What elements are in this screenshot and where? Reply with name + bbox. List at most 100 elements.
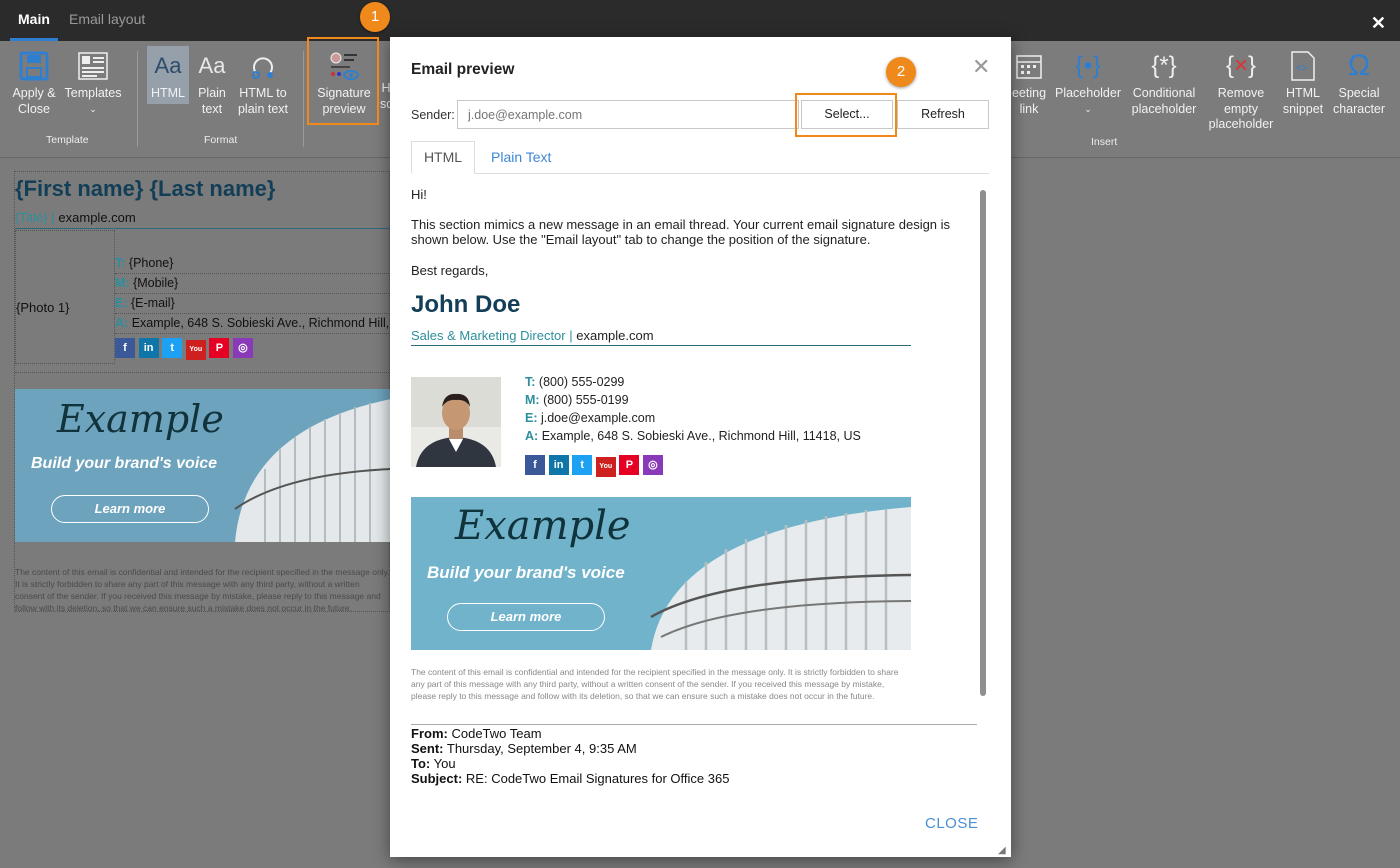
template-social-icons: f in t You P ◎	[115, 338, 257, 360]
remove-empty-placeholder-label: Remove empty placeholder	[1208, 86, 1274, 131]
mobile-value: (800) 555-0199	[543, 393, 629, 407]
html-format-icon: Aa	[154, 53, 182, 79]
greeting-text: Hi!	[411, 187, 427, 202]
template-company: example.com	[58, 210, 136, 225]
banner-tagline: Build your brand's voice	[427, 563, 625, 582]
mobile-label: M:	[525, 393, 540, 407]
banner-tagline: Build your brand's voice	[31, 455, 218, 472]
instagram-icon[interactable]: ◎	[642, 455, 663, 475]
divider	[411, 724, 977, 725]
divider	[15, 372, 391, 373]
signature-title: Sales & Marketing Director	[411, 328, 566, 343]
banner-cta: Learn more	[51, 495, 209, 523]
signature-email-row: E: j.doe@example.com	[525, 409, 861, 427]
plain-text-button[interactable]: Aa Plain text	[192, 49, 232, 117]
meeting-link-label: eeting link	[1011, 86, 1047, 116]
placeholder-label: Placeholder	[1054, 86, 1121, 100]
linkedin-icon[interactable]: in	[138, 338, 159, 358]
facebook-icon[interactable]: f	[525, 455, 545, 475]
signature-photo	[411, 377, 501, 467]
signature-company: example.com	[576, 328, 654, 343]
email-label: E:	[115, 296, 128, 310]
html-to-plain-button[interactable]: HTML to plain text	[234, 49, 292, 117]
template-photo-placeholder: {Photo 1}	[16, 300, 70, 315]
from-value: CodeTwo Team	[451, 726, 542, 741]
tab-html[interactable]: HTML	[411, 141, 475, 174]
callout-badge-2: 2	[886, 57, 916, 87]
phone-label: T:	[525, 375, 536, 389]
special-character-button[interactable]: Ω Special character	[1330, 49, 1388, 117]
template-contact-block: T: {Phone} M: {Mobile} E: {E-mail} A: Ex…	[115, 254, 391, 334]
placeholder-button[interactable]: {●} Placeholder ⌄	[1054, 49, 1122, 117]
to-label: To:	[411, 756, 431, 771]
dialog-title: Email preview	[411, 61, 515, 78]
callout-highlight-select	[795, 93, 897, 137]
templates-button[interactable]: Templates ⌄	[62, 49, 124, 117]
refresh-button[interactable]: Refresh	[897, 100, 989, 129]
tab-plain-text[interactable]: Plain Text	[491, 149, 551, 165]
quoted-to-row: To: You	[411, 756, 729, 771]
apply-close-button[interactable]: Apply & Close	[8, 49, 60, 117]
convert-icon	[246, 49, 280, 83]
phone-label: T:	[115, 256, 126, 270]
dialog-close-link[interactable]: CLOSE	[925, 815, 978, 832]
dialog-close-icon[interactable]: ✕	[972, 54, 990, 80]
window-close-icon[interactable]: ✕	[1371, 13, 1386, 34]
placeholder-icon: {●}	[1075, 52, 1101, 80]
conditional-placeholder-button[interactable]: {*} Conditional placeholder	[1124, 49, 1204, 117]
template-email-row: E: {E-mail}	[115, 294, 391, 314]
plain-text-label: Plain text	[198, 86, 226, 116]
linkedin-icon[interactable]: in	[548, 455, 569, 475]
email-value: j.doe@example.com	[540, 411, 656, 425]
quoted-from-row: From: CodeTwo Team	[411, 726, 729, 741]
sender-input[interactable]	[457, 100, 799, 129]
callout-highlight-signature-preview	[307, 37, 379, 125]
pinterest-icon[interactable]: P	[209, 338, 230, 358]
youtube-icon[interactable]: You	[595, 457, 616, 477]
signature-separator: |	[569, 328, 573, 343]
remove-empty-placeholder-button[interactable]: {×} Remove empty placeholder	[1206, 49, 1276, 133]
tab-email-layout[interactable]: Email layout	[61, 0, 153, 41]
resize-grip-icon[interactable]: ◢	[998, 845, 1006, 856]
twitter-icon[interactable]: t	[162, 338, 183, 358]
group-label-template: Template	[46, 134, 89, 146]
template-photo-cell: {Photo 1}	[15, 230, 115, 364]
signature-mobile-row: M: (800) 555-0199	[525, 391, 861, 409]
address-value: Example, 648 S. Sobieski Ave., Richmond …	[541, 429, 861, 443]
facebook-icon[interactable]: f	[115, 338, 135, 358]
tab-main[interactable]: Main	[10, 0, 58, 41]
template-title: {Title}	[15, 210, 48, 225]
apply-close-label: Apply & Close	[12, 86, 56, 116]
signature-social-icons: f in t You P ◎	[525, 455, 667, 477]
template-name: {First name} {Last name}	[15, 176, 276, 201]
special-character-label: Special character	[1332, 86, 1386, 116]
group-label-format: Format	[204, 134, 238, 146]
html-format-button[interactable]: Aa HTML	[147, 46, 189, 104]
signature-address-row: A: Example, 648 S. Sobieski Ave., Richmo…	[525, 427, 861, 445]
conditional-placeholder-label: Conditional placeholder	[1131, 86, 1197, 116]
subject-label: Subject:	[411, 771, 463, 786]
sender-label: Sender:	[411, 108, 455, 122]
regards-text: Best regards,	[411, 263, 489, 278]
sent-value: Thursday, September 4, 9:35 AM	[446, 741, 637, 756]
save-icon	[17, 49, 51, 83]
preview-content: Hi! This section mimics a new message in…	[411, 187, 971, 717]
signature-template-canvas[interactable]: {First name} {Last name} {Title} | examp…	[14, 171, 391, 612]
signature-disclaimer: The content of this email is confidentia…	[411, 667, 899, 701]
template-title-line: {Title} | example.com	[15, 210, 136, 225]
calendar-icon	[1012, 49, 1046, 83]
chevron-down-icon: ⌄	[89, 103, 97, 114]
preview-scrollbar[interactable]	[980, 190, 986, 696]
pinterest-icon[interactable]: P	[619, 455, 640, 475]
instagram-icon[interactable]: ◎	[232, 338, 253, 358]
plain-text-icon: Aa	[198, 53, 226, 79]
twitter-icon[interactable]: t	[572, 455, 593, 475]
address-label: A:	[525, 429, 539, 443]
youtube-icon[interactable]: You	[185, 340, 206, 360]
templates-label: Templates	[64, 86, 122, 100]
meeting-link-button[interactable]: eeting link	[1008, 49, 1050, 117]
phone-value: (800) 555-0299	[538, 375, 625, 389]
html-snippet-button[interactable]: <> HTML snippet	[1278, 49, 1328, 117]
mobile-label: M:	[115, 276, 130, 290]
ribbon-separator	[137, 51, 138, 147]
